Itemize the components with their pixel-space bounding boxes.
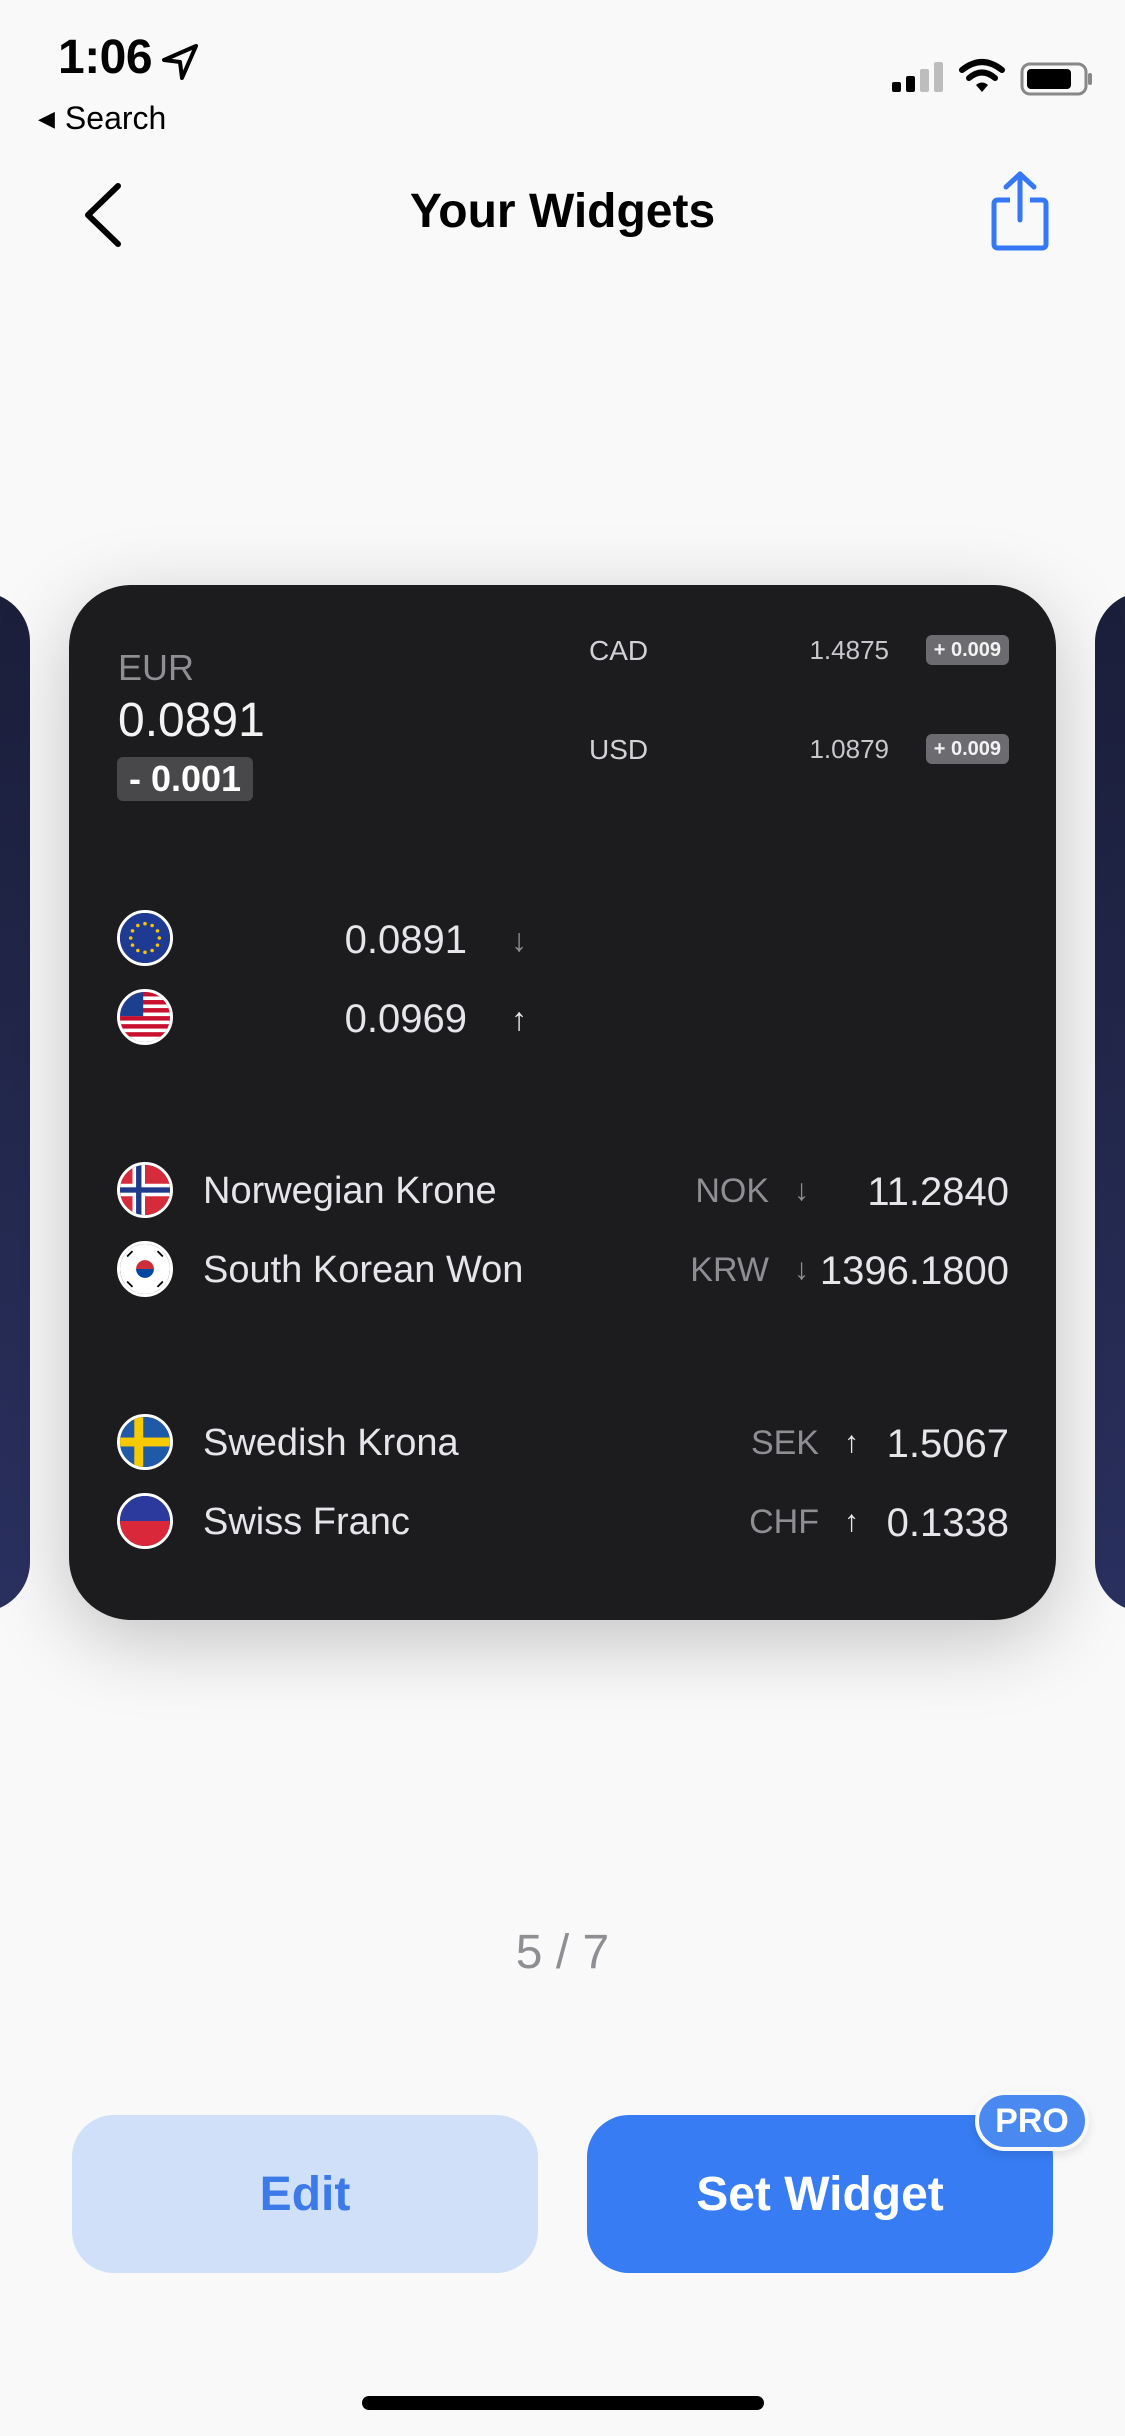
norway-flag-icon	[117, 1162, 173, 1218]
mini-rate-code: CAD	[589, 635, 649, 666]
page-title: Your Widgets	[409, 185, 716, 238]
currency-rate: 1396.1800	[819, 1249, 1009, 1293]
currency-row: Norwegian Krone NOK ↓ 11.2840	[117, 1162, 1009, 1222]
currency-row: Swedish Krona SEK ↑ 1.5067	[117, 1414, 1009, 1474]
previous-widget-card[interactable]	[0, 592, 30, 1612]
favorite-rate-row: 0.0891 ↓	[117, 910, 547, 970]
currency-rate: 0.1338	[886, 1501, 1009, 1545]
base-currency-code: EUR	[118, 647, 195, 688]
arrow-up-icon: ↑	[511, 1001, 527, 1037]
south-korea-flag-icon	[117, 1241, 173, 1297]
home-indicator[interactable]	[362, 2396, 764, 2410]
currency-row: Swiss Franc CHF ↑ 0.1338	[117, 1493, 1009, 1553]
mini-rate-change-badge: + 0.009	[925, 635, 1009, 665]
sweden-flag-icon	[117, 1414, 173, 1470]
signal-icon	[892, 62, 946, 97]
arrow-up-icon: ↑	[844, 1426, 859, 1459]
back-to-app-link[interactable]: ◀ Search	[38, 100, 166, 137]
arrow-down-icon: ↓	[794, 1253, 809, 1286]
base-currency-value: 0.0891	[118, 694, 265, 747]
mini-rate-change-badge: + 0.009	[925, 734, 1009, 764]
share-icon[interactable]	[990, 170, 1050, 252]
favorite-rate-row: 0.0969 ↑	[117, 989, 547, 1049]
favorite-rate-value: 0.0969	[344, 997, 467, 1041]
edit-button[interactable]: Edit	[72, 2115, 538, 2273]
wifi-icon	[958, 58, 1006, 99]
screen: 1:06 ◀ Search Your Widgets EUR 0.0891 - …	[0, 0, 1125, 2436]
battery-icon	[1020, 62, 1094, 101]
arrow-up-icon: ↑	[844, 1505, 859, 1538]
status-bar: 1:06 ◀ Search	[0, 0, 1125, 140]
mini-rate-row: CAD 1.4875 + 0.009	[589, 631, 1009, 671]
back-triangle-icon: ◀	[38, 105, 55, 131]
switzerland-flag-icon	[117, 1493, 173, 1549]
favorite-rate-value: 0.0891	[344, 918, 467, 962]
mini-rate-row: USD 1.0879 + 0.009	[589, 730, 1009, 770]
next-widget-card[interactable]	[1095, 592, 1125, 1612]
mini-rate-value: 1.0879	[809, 734, 889, 764]
currency-row: South Korean Won KRW ↓ 1396.1800	[117, 1241, 1009, 1301]
location-arrow-icon	[160, 42, 200, 82]
base-change-badge: - 0.001	[117, 757, 254, 801]
arrow-down-icon: ↓	[794, 1174, 809, 1207]
widget-preview-card[interactable]: EUR 0.0891 - 0.001 CAD 1.4875 + 0.009 US…	[69, 585, 1056, 1620]
currency-name: Swiss Franc	[203, 1501, 410, 1543]
pro-badge: PRO	[975, 2091, 1089, 2151]
currency-code: KRW	[690, 1251, 769, 1289]
arrow-down-icon: ↓	[511, 922, 527, 958]
currency-code: SEK	[750, 1424, 819, 1462]
currency-rate: 11.2840	[867, 1170, 1009, 1214]
currency-name: Norwegian Krone	[203, 1170, 497, 1212]
currency-name: Swedish Krona	[203, 1422, 459, 1464]
nav-bar: Your Widgets	[0, 140, 1125, 285]
us-flag-icon	[117, 989, 173, 1045]
mini-rate-value: 1.4875	[809, 635, 889, 665]
currency-rate: 1.5067	[886, 1422, 1009, 1466]
status-time: 1:06	[58, 31, 153, 84]
currency-name: South Korean Won	[203, 1249, 524, 1291]
page-indicator: 5 / 7	[515, 1926, 610, 1979]
currency-code: NOK	[695, 1172, 769, 1210]
back-app-label: Search	[64, 100, 167, 136]
mini-rate-code: USD	[589, 734, 649, 765]
eu-flag-icon	[117, 910, 173, 966]
currency-code: CHF	[749, 1503, 819, 1541]
